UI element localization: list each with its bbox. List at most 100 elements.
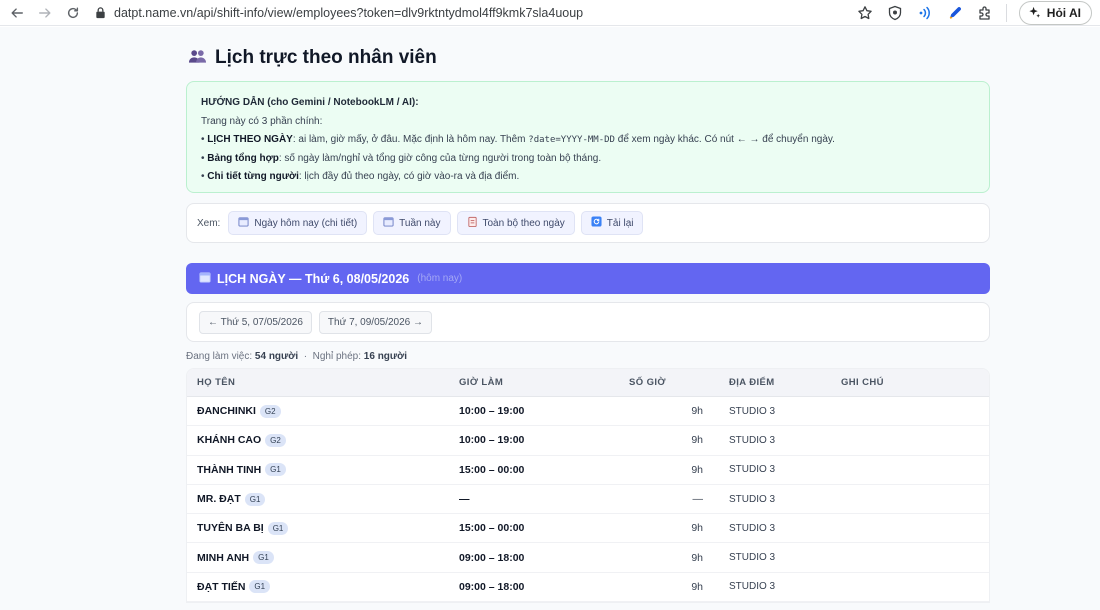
day-navigation: ← Thứ 5, 07/05/2026 Thứ 7, 09/05/2026 → xyxy=(186,302,990,342)
guide-item-detail: • Chi tiết từng người: lịch đầy đủ theo … xyxy=(201,171,520,182)
shift-hours: 9h xyxy=(691,463,703,476)
reload-icon xyxy=(67,6,79,18)
working-count: 54 người xyxy=(254,351,299,362)
employee-name: ĐANCHINKI xyxy=(197,405,256,418)
this-week-label: Tuần này xyxy=(399,217,441,229)
guide-intro: Trang này có 3 phần chính: xyxy=(201,115,323,127)
shift-time: — xyxy=(459,493,470,506)
attendance-summary: Đang làm việc: 54 người · Nghỉ phép: 16 … xyxy=(186,351,407,362)
shift-location: STUDIO 3 xyxy=(729,581,776,593)
shift-hours: 9h xyxy=(691,434,703,447)
group-badge: G2 xyxy=(259,404,281,418)
next-day-button[interactable]: Thứ 7, 09/05/2026 → xyxy=(318,310,433,334)
header-location: ĐỊA ĐIỂM xyxy=(729,377,775,388)
day-schedule-title: LỊCH NGÀY — Thứ 6, 08/05/2026 xyxy=(217,271,410,286)
arrow-left-icon xyxy=(11,7,23,18)
guide-item-summary: • Bảng tổng hợp: số ngày làm/nghỉ và tổn… xyxy=(201,152,602,164)
leave-count: 16 người xyxy=(363,351,408,362)
shift-time: 10:00 – 19:00 xyxy=(459,405,525,418)
table-header: HỌ TÊN GIỜ LÀM SỐ GIỜ ĐỊA ĐIỂM GHI CHÚ xyxy=(187,369,989,397)
url-text[interactable]: datpt.name.vn/api/shift-info/view/employ… xyxy=(114,6,583,20)
reload-page-button[interactable]: Tải lại xyxy=(580,211,644,235)
view-label: Xem: xyxy=(197,217,221,229)
lock-icon[interactable] xyxy=(94,6,108,20)
shift-time: 09:00 – 18:00 xyxy=(459,551,525,564)
shift-hours: 9h xyxy=(691,522,703,535)
shift-location: STUDIO 3 xyxy=(729,405,776,417)
employee-name: MINH ANH xyxy=(197,551,250,564)
working-label: Đang làm việc: xyxy=(186,351,253,362)
clipboard-icon xyxy=(467,216,478,230)
sparkle-icon xyxy=(1029,6,1040,18)
summary-separator: · xyxy=(303,351,308,362)
view-options-bar: Xem: Ngày hôm nay (chi tiết) Tuần này To… xyxy=(186,203,990,243)
shift-location: STUDIO 3 xyxy=(729,493,776,505)
group-badge: G1 xyxy=(244,492,266,506)
bookmark-star-icon[interactable] xyxy=(856,4,874,22)
extensions-puzzle-icon[interactable] xyxy=(976,4,994,22)
header-time: GIỜ LÀM xyxy=(459,377,504,388)
table-row: ĐẠT TIẾN G1 09:00 – 18:00 9h STUDIO 3 xyxy=(187,573,989,603)
shift-hours: 9h xyxy=(691,551,703,564)
name-cell: TUYÊN BA BỊ G1 xyxy=(187,521,459,535)
guide-item-detail-text: : lịch đầy đủ theo ngày, có giờ vào-ra v… xyxy=(298,171,520,182)
header-name: HỌ TÊN xyxy=(197,377,236,388)
today-detail-button[interactable]: Ngày hôm nay (chi tiết) xyxy=(228,211,368,235)
refresh-icon xyxy=(591,216,602,230)
guide-item-daily-bold: LỊCH THEO NGÀY xyxy=(207,134,293,145)
guide-title: HƯỚNG DẪN (cho Gemini / NotebookLM / AI)… xyxy=(201,97,419,108)
guide-item-daily-text: : ai làm, giờ mấy, ở đâu. Mặc định là hô… xyxy=(292,134,529,145)
prev-day-button[interactable]: ← Thứ 5, 07/05/2026 xyxy=(199,310,312,334)
shift-hours: — xyxy=(692,493,704,506)
table-row: MINH ANH G1 09:00 – 18:00 9h STUDIO 3 xyxy=(187,543,989,573)
shift-table: HỌ TÊN GIỜ LÀM SỐ GIỜ ĐỊA ĐIỂM GHI CHÚ Đ… xyxy=(186,368,990,604)
reload-button[interactable] xyxy=(62,2,84,24)
shift-time: 09:00 – 18:00 xyxy=(459,580,525,593)
group-badge: G1 xyxy=(267,521,289,535)
guide-item-summary-text: : số ngày làm/nghỉ và tổng giờ công của … xyxy=(278,152,602,164)
pen-extension-icon[interactable] xyxy=(946,4,964,22)
employee-name: ĐẠT TIẾN xyxy=(197,580,246,593)
page-title: Lịch trực theo nhân viên xyxy=(215,47,437,68)
shift-location: STUDIO 3 xyxy=(729,464,776,476)
employee-name: TUYÊN BA BỊ xyxy=(197,522,264,535)
calendar-icon xyxy=(199,271,211,286)
guide-item-detail-bold: Chi tiết từng người xyxy=(207,171,299,182)
guide-box: HƯỚNG DẪN (cho Gemini / NotebookLM / AI)… xyxy=(186,81,990,193)
forward-button[interactable] xyxy=(34,2,56,24)
all-by-day-label: Toàn bộ theo ngày xyxy=(482,217,565,229)
leave-label: Nghỉ phép: xyxy=(312,351,362,362)
group-badge: G1 xyxy=(253,551,274,565)
calendar-icon xyxy=(383,216,394,230)
group-badge: G1 xyxy=(265,463,286,477)
shift-time: 10:00 – 19:00 xyxy=(459,434,525,447)
name-cell: MR. ĐẠT G1 xyxy=(187,492,459,506)
guide-item-summary-bold: Bảng tổng hợp xyxy=(207,152,279,164)
this-week-button[interactable]: Tuần này xyxy=(373,211,451,235)
employee-name: KHÁNH CAO xyxy=(197,434,262,447)
table-row: TUYÊN BA BỊ G1 15:00 – 00:00 9h STUDIO 3 xyxy=(187,514,989,544)
shift-time: 15:00 – 00:00 xyxy=(459,463,525,476)
back-button[interactable] xyxy=(6,2,28,24)
group-badge: G1 xyxy=(249,580,271,594)
table-row: ĐANCHINKI G2 10:00 – 19:00 9h STUDIO 3 xyxy=(187,397,989,427)
page-body: Lịch trực theo nhân viên HƯỚNG DẪN (cho … xyxy=(0,27,1100,610)
header-note: GHI CHÚ xyxy=(841,377,884,388)
shift-time: 15:00 – 00:00 xyxy=(459,522,525,535)
table-body: ĐANCHINKI G2 10:00 – 19:00 9h STUDIO 3 KHÁNH … xyxy=(187,397,989,603)
shift-hours: 9h xyxy=(691,405,703,418)
guide-item-daily-text2: để xem ngày khác. Có nút ← → để chuyển n… xyxy=(614,134,835,145)
name-cell: THÀNH TINH G1 xyxy=(187,463,459,477)
all-by-day-button[interactable]: Toàn bộ theo ngày xyxy=(456,211,575,235)
name-cell: KHÁNH CAO G2 xyxy=(187,433,459,447)
table-row: THÀNH TINH G1 15:00 – 00:00 9h STUDIO 3 xyxy=(187,456,989,485)
name-cell: ĐẠT TIẾN G1 xyxy=(187,580,459,594)
guide-item-daily: • LỊCH THEO NGÀY: ai làm, giờ mấy, ở đâu… xyxy=(201,134,835,145)
read-aloud-icon[interactable] xyxy=(916,4,934,22)
ask-ai-button[interactable]: Hỏi AI xyxy=(1018,0,1092,25)
address-bar[interactable]: datpt.name.vn/api/shift-info/view/employ… xyxy=(94,2,856,24)
people-icon xyxy=(188,48,207,69)
shield-icon[interactable] xyxy=(886,4,904,22)
browser-toolbar: datpt.name.vn/api/shift-info/view/employ… xyxy=(0,0,1100,26)
employee-name: MR. ĐẠT xyxy=(197,493,241,506)
